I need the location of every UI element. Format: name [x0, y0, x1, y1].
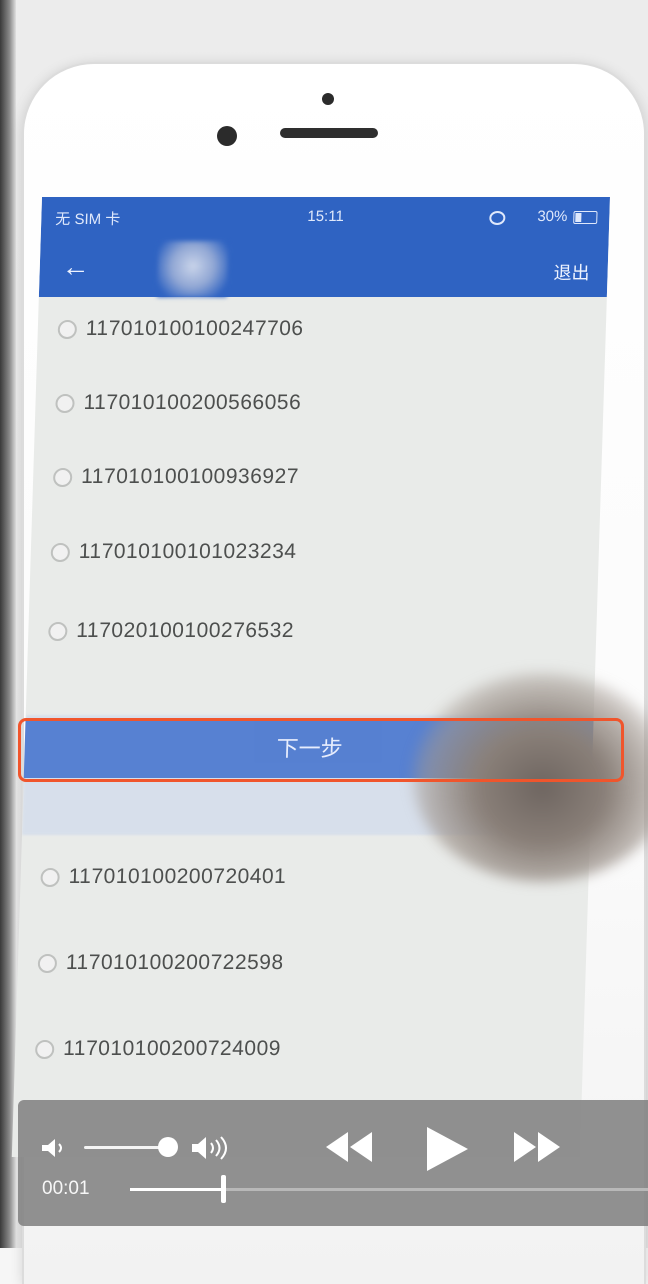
video-player-controls: 00:01	[18, 1100, 648, 1226]
volume-high-icon[interactable]	[190, 1135, 234, 1166]
item-code: 117010100200566056	[83, 391, 302, 414]
carrier-label: 无 SIM 卡	[55, 211, 121, 228]
elapsed-time: 00:01	[42, 1178, 90, 1199]
item-code: 117020100100276532	[76, 619, 295, 642]
item-code: 117010100200724009	[62, 1037, 282, 1060]
logout-button[interactable]: 退出	[553, 259, 590, 285]
radio-icon[interactable]	[57, 319, 78, 339]
list-item[interactable]: 117010100100936927	[52, 465, 300, 489]
item-code: 117010100101023234	[78, 540, 297, 563]
item-code: 117010100100247706	[85, 317, 304, 340]
radio-icon[interactable]	[52, 467, 73, 487]
radio-icon[interactable]	[50, 542, 71, 562]
list-item[interactable]: 117010100101023234	[50, 540, 297, 564]
ghost-row	[77, 349, 83, 370]
front-camera	[217, 126, 237, 146]
front-sensor	[322, 93, 334, 105]
list-item[interactable]: 117010100200566056	[55, 391, 302, 415]
item-code: 117010100200722598	[65, 951, 284, 974]
volume-knob[interactable]	[157, 1137, 178, 1157]
item-code: 117010100200720401	[68, 865, 287, 888]
list-item[interactable]: 117020100100276532	[48, 619, 294, 643]
radio-icon[interactable]	[40, 867, 60, 887]
video-edge	[0, 0, 16, 1248]
radio-icon[interactable]	[34, 1039, 55, 1059]
list-item[interactable]: 117010100100247706	[57, 317, 304, 341]
radio-icon[interactable]	[37, 953, 58, 973]
list-item[interactable]: 117010100200720401	[40, 865, 287, 889]
rewind-icon[interactable]	[324, 1130, 374, 1169]
seek-progress	[130, 1188, 224, 1191]
battery-icon	[573, 211, 598, 224]
status-bar: 无 SIM 卡 15:11 30%	[40, 197, 610, 241]
target-highlight-box	[18, 718, 624, 782]
nav-bar: ← 退出	[38, 241, 609, 297]
play-icon[interactable]	[424, 1125, 470, 1178]
back-arrow-icon[interactable]: ←	[61, 251, 90, 282]
radio-icon[interactable]	[55, 393, 75, 413]
volume-low-icon[interactable]	[40, 1137, 70, 1164]
list-item[interactable]: 117010100200722598	[37, 951, 284, 975]
fast-forward-icon[interactable]	[512, 1130, 562, 1169]
seek-handle[interactable]	[221, 1175, 227, 1203]
battery-percent: 30%	[537, 208, 568, 225]
earpiece-speaker	[280, 128, 378, 138]
list-item[interactable]: 117010100200724009	[34, 1037, 282, 1061]
item-code: 117010100100936927	[80, 465, 300, 488]
radio-icon[interactable]	[48, 621, 68, 641]
clock: 15:11	[307, 208, 345, 225]
volume-track[interactable]	[84, 1146, 168, 1149]
avatar	[156, 241, 229, 297]
eye-icon	[489, 211, 506, 225]
